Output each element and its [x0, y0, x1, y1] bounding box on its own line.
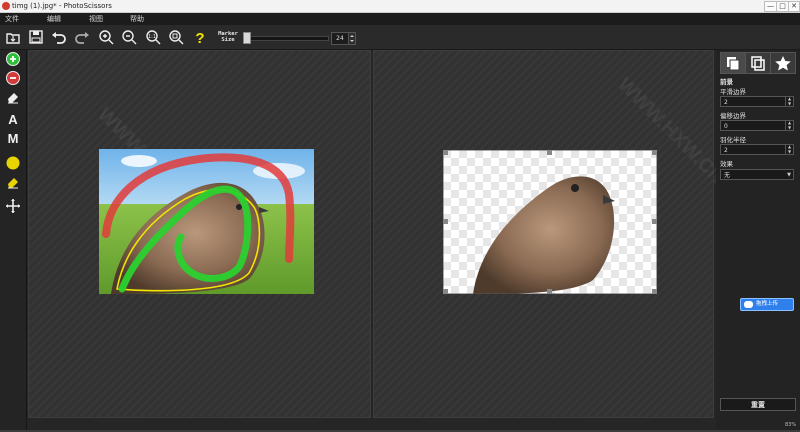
feather-label: 羽化半径: [720, 136, 746, 144]
smooth-spinner[interactable]: ▲ ▼: [785, 96, 793, 106]
redo-icon[interactable]: [74, 29, 90, 45]
zoom-readout: 83%: [785, 422, 797, 428]
undo-icon[interactable]: [51, 29, 67, 45]
source-photo[interactable]: [99, 149, 314, 294]
color-picker-icon[interactable]: [5, 155, 21, 171]
marker-size-slider-thumb[interactable]: [243, 32, 251, 44]
marker-size-input[interactable]: 24: [331, 32, 349, 45]
chevron-down-icon: ▼: [787, 172, 791, 178]
smooth-input[interactable]: 2 ▲ ▼: [720, 96, 794, 107]
close-button[interactable]: ✕: [788, 1, 800, 12]
properties-panel: [716, 50, 800, 432]
window-title: timg (1).jpg* - PhotoScissors: [12, 2, 112, 10]
svg-text:?: ?: [195, 30, 204, 45]
svg-text:1:1: 1:1: [148, 34, 156, 40]
menu-view[interactable]: 视图: [89, 13, 103, 25]
toolbar: [0, 25, 800, 50]
effect-value: 无: [724, 172, 731, 179]
zoom-out-icon[interactable]: [121, 29, 137, 45]
foreground-tab-icon[interactable]: [720, 52, 746, 74]
favorite-tab-icon[interactable]: [770, 52, 796, 74]
zoom-in-icon[interactable]: [98, 29, 114, 45]
upload-button[interactable]: 拖拽上传: [740, 298, 794, 311]
feather-value: 2: [724, 147, 728, 154]
offset-spinner[interactable]: ▲ ▼: [785, 120, 793, 130]
upload-label: 拖拽上传: [756, 301, 779, 307]
app-icon: [2, 2, 10, 10]
menu-help[interactable]: 帮助: [130, 13, 144, 25]
marker-size-label: Marker Size: [217, 31, 239, 43]
eraser-2-icon[interactable]: [5, 174, 21, 190]
smooth-label: 平滑边界: [720, 88, 746, 96]
menu-bar: [0, 13, 800, 25]
reset-label: 重置: [751, 401, 765, 409]
effect-select[interactable]: 无 ▼: [720, 169, 794, 180]
result-photo[interactable]: [443, 150, 657, 294]
open-icon[interactable]: [5, 29, 21, 45]
marker-size-spinner[interactable]: [348, 32, 356, 45]
add-foreground-icon[interactable]: [5, 51, 21, 67]
section-title: 前景: [720, 78, 733, 86]
move-icon[interactable]: [5, 198, 21, 214]
left-tool-strip: [0, 50, 27, 432]
remove-background-icon[interactable]: [5, 70, 21, 86]
marker-size-slider[interactable]: [243, 36, 329, 41]
feather-input[interactable]: 2 ▲ ▼: [720, 144, 794, 155]
title-bar: [0, 0, 800, 13]
reset-button[interactable]: 重置: [720, 398, 796, 411]
offset-input[interactable]: 0 ▲ ▼: [720, 120, 794, 131]
offset-label: 偏移边界: [720, 112, 746, 120]
menu-edit[interactable]: 编辑: [47, 13, 61, 25]
marker-label-line2: Size: [221, 37, 235, 43]
smooth-value: 2: [724, 99, 728, 106]
background-tab-icon[interactable]: [745, 52, 771, 74]
auto-tool-button[interactable]: A: [5, 112, 21, 128]
zoom-actual-icon[interactable]: 1:1: [145, 29, 161, 45]
offset-value: 0: [724, 123, 728, 130]
zoom-fit-icon[interactable]: [168, 29, 184, 45]
effect-label: 效果: [720, 160, 733, 168]
manual-tool-button[interactable]: M: [5, 131, 21, 147]
help-icon[interactable]: ?: [192, 29, 208, 45]
cloud-icon: [744, 301, 753, 308]
save-icon[interactable]: [28, 29, 44, 45]
menu-file[interactable]: 文件: [5, 13, 19, 25]
feather-spinner[interactable]: ▲ ▼: [785, 144, 793, 154]
eraser-icon[interactable]: [5, 89, 21, 105]
